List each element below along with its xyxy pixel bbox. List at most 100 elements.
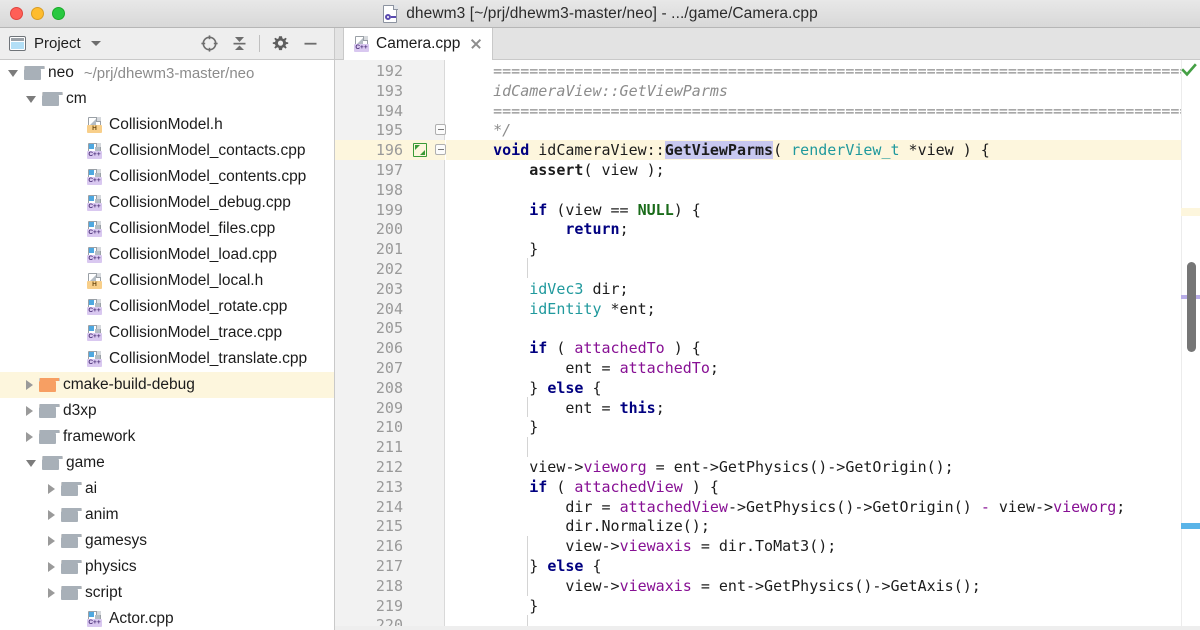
code-token: (view == xyxy=(547,201,637,219)
code-line-206[interactable]: 206 if ( attachedTo ) { xyxy=(335,338,1200,358)
gear-icon[interactable] xyxy=(265,31,295,57)
code-line-211[interactable]: 211 xyxy=(335,437,1200,457)
editor-tabbar: C++ Camera.cpp xyxy=(335,28,1200,60)
tree-spacer xyxy=(70,151,81,152)
code-fold-toggle[interactable] xyxy=(435,120,446,140)
folder-icon xyxy=(39,430,56,444)
chevron-down-icon[interactable] xyxy=(26,460,36,467)
cpp-file-icon: C++ xyxy=(87,143,102,159)
code-line-208[interactable]: 208 } else { xyxy=(335,378,1200,398)
tree-item-collisionmodel-files-cpp[interactable]: C++CollisionModel_files.cpp xyxy=(0,216,335,242)
tree-item-d3xp[interactable]: d3xp xyxy=(0,398,335,424)
chevron-right-icon[interactable] xyxy=(48,536,55,546)
scroll-from-source-icon[interactable] xyxy=(194,31,224,57)
tree-item-gamesys[interactable]: gamesys xyxy=(0,528,335,554)
code-line-196[interactable]: 196 void idCameraView::GetViewParms( ren… xyxy=(335,140,1200,160)
code-line-217[interactable]: 217 } else { xyxy=(335,556,1200,576)
collapse-all-icon[interactable] xyxy=(224,31,254,57)
project-toolwindow-title-button[interactable]: Project xyxy=(9,35,101,52)
tree-item-collisionmodel-trace-cpp[interactable]: C++CollisionModel_trace.cpp xyxy=(0,320,335,346)
tree-item-collisionmodel-contents-cpp[interactable]: C++CollisionModel_contents.cpp xyxy=(0,164,335,190)
tree-item-cmake-build-debug[interactable]: cmake-build-debug xyxy=(0,372,335,398)
code-line-218[interactable]: 218 view->viewaxis = ent->GetPhysics()->… xyxy=(335,576,1200,596)
inspection-ok-icon[interactable] xyxy=(1181,62,1197,78)
hide-icon[interactable] xyxy=(295,31,325,57)
code-line-text: if ( attachedView ) { xyxy=(457,478,719,496)
code-token: *view ) { xyxy=(900,141,990,159)
tree-item-game[interactable]: game xyxy=(0,450,335,476)
code-line-194[interactable]: 194 ====================================… xyxy=(335,101,1200,121)
tree-item-script[interactable]: script xyxy=(0,580,335,606)
close-icon[interactable] xyxy=(469,37,483,51)
current-line-marker[interactable] xyxy=(1181,208,1200,216)
tree-item-collisionmodel-contacts-cpp[interactable]: C++CollisionModel_contacts.cpp xyxy=(0,138,335,164)
code-line-219[interactable]: 219 } xyxy=(335,596,1200,616)
code-line-text: ent = this; xyxy=(457,399,665,417)
tree-item-neo[interactable]: neo~/prj/dhewm3-master/neo xyxy=(0,60,335,86)
editor-marker-bar[interactable] xyxy=(1181,60,1200,630)
chevron-right-icon[interactable] xyxy=(48,588,55,598)
code-line-text: if ( attachedTo ) { xyxy=(457,339,701,357)
code-line-199[interactable]: 199 if (view == NULL) { xyxy=(335,200,1200,220)
code-fold-toggle[interactable] xyxy=(435,140,446,160)
zoom-window-button[interactable] xyxy=(52,7,65,20)
code-token xyxy=(457,300,529,318)
code-line-213[interactable]: 213 if ( attachedView ) { xyxy=(335,477,1200,497)
code-line-209[interactable]: 209 ent = this; xyxy=(335,398,1200,418)
code-line-200[interactable]: 200 return; xyxy=(335,219,1200,239)
code-line-202[interactable]: 202 xyxy=(335,259,1200,279)
code-line-212[interactable]: 212 view->vieworg = ent->GetPhysics()->G… xyxy=(335,457,1200,477)
code-line-205[interactable]: 205 xyxy=(335,318,1200,338)
code-line-204[interactable]: 204 idEntity *ent; xyxy=(335,299,1200,319)
tree-item-framework[interactable]: framework xyxy=(0,424,335,450)
tree-item-collisionmodel-local-h[interactable]: HCollisionModel_local.h xyxy=(0,268,335,294)
code-token: view-> xyxy=(457,537,620,555)
chevron-right-icon[interactable] xyxy=(26,406,33,416)
chevron-right-icon[interactable] xyxy=(26,432,33,442)
caret-position-marker[interactable] xyxy=(1181,523,1200,529)
chevron-down-icon[interactable] xyxy=(26,96,36,103)
close-window-button[interactable] xyxy=(10,7,23,20)
code-line-text: idCameraView::GetViewParms xyxy=(457,82,728,100)
project-tree[interactable]: neo~/prj/dhewm3-master/neocmHCollisionMo… xyxy=(0,60,335,630)
tree-item-collisionmodel-debug-cpp[interactable]: C++CollisionModel_debug.cpp xyxy=(0,190,335,216)
chevron-right-icon[interactable] xyxy=(26,380,33,390)
tree-item-collisionmodel-translate-cpp[interactable]: C++CollisionModel_translate.cpp xyxy=(0,346,335,372)
tree-item-cm[interactable]: cm xyxy=(0,86,335,112)
code-line-198[interactable]: 198 xyxy=(335,180,1200,200)
chevron-down-icon[interactable] xyxy=(8,70,18,77)
tree-item-ai[interactable]: ai xyxy=(0,476,335,502)
chevron-right-icon[interactable] xyxy=(48,562,55,572)
code-editor[interactable]: 192 ====================================… xyxy=(335,60,1200,630)
tree-item-physics[interactable]: physics xyxy=(0,554,335,580)
code-line-215[interactable]: 215 dir.Normalize(); xyxy=(335,516,1200,536)
code-token: } xyxy=(457,418,538,436)
code-line-192[interactable]: 192 ====================================… xyxy=(335,61,1200,81)
tree-item-collisionmodel-rotate-cpp[interactable]: C++CollisionModel_rotate.cpp xyxy=(0,294,335,320)
code-line-text: view->viewaxis = ent->GetPhysics()->GetA… xyxy=(457,577,981,595)
tree-item-collisionmodel-load-cpp[interactable]: C++CollisionModel_load.cpp xyxy=(0,242,335,268)
tree-item-actor-cpp[interactable]: C++Actor.cpp xyxy=(0,606,335,630)
tree-item-collisionmodel-h[interactable]: HCollisionModel.h xyxy=(0,112,335,138)
code-line-197[interactable]: 197 assert( view ); xyxy=(335,160,1200,180)
code-token: = ent->GetPhysics()->GetOrigin(); xyxy=(647,458,954,476)
code-line-214[interactable]: 214 dir = attachedView->GetPhysics()->Ge… xyxy=(335,497,1200,517)
indent-guide xyxy=(527,258,528,278)
implemented-method-icon[interactable] xyxy=(413,143,427,157)
chevron-right-icon[interactable] xyxy=(48,510,55,520)
chevron-right-icon[interactable] xyxy=(48,484,55,494)
tree-item-anim[interactable]: anim xyxy=(0,502,335,528)
code-token: else xyxy=(547,557,583,575)
editor-vertical-scrollbar[interactable] xyxy=(1187,262,1196,352)
code-line-216[interactable]: 216 view->viewaxis = dir.ToMat3(); xyxy=(335,536,1200,556)
code-line-207[interactable]: 207 ent = attachedTo; xyxy=(335,358,1200,378)
code-line-203[interactable]: 203 idVec3 dir; xyxy=(335,279,1200,299)
chevron-down-icon[interactable] xyxy=(91,41,101,46)
editor-tab-camera-cpp[interactable]: C++ Camera.cpp xyxy=(343,28,493,60)
minimize-window-button[interactable] xyxy=(31,7,44,20)
code-line-210[interactable]: 210 } xyxy=(335,417,1200,437)
code-line-193[interactable]: 193 idCameraView::GetViewParms xyxy=(335,81,1200,101)
tree-item-label: physics xyxy=(85,558,137,576)
code-line-201[interactable]: 201 } xyxy=(335,239,1200,259)
code-line-195[interactable]: 195 */ xyxy=(335,120,1200,140)
